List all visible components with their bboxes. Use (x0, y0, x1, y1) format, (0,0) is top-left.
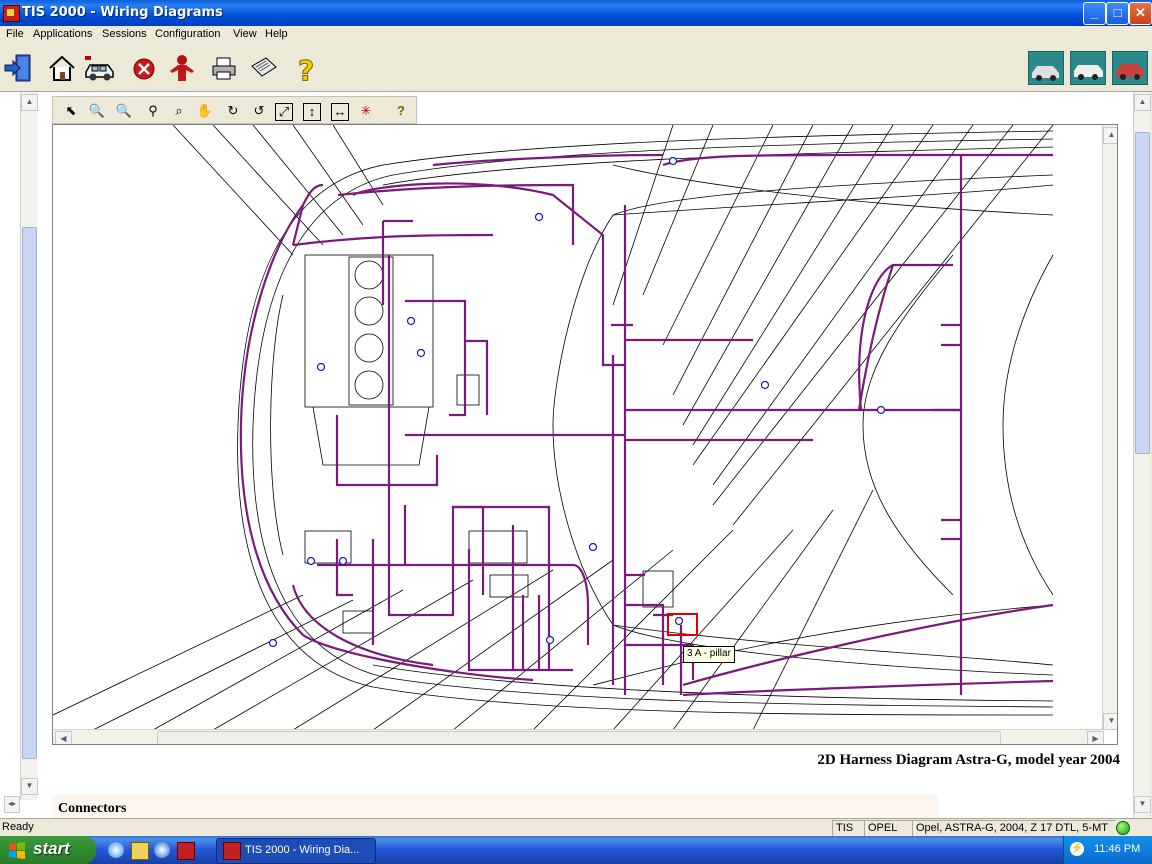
tis-task-icon (223, 842, 241, 860)
windows-flag-icon (9, 842, 25, 859)
scroll-down-button[interactable]: ▼ (1134, 796, 1151, 813)
scroll-thumb[interactable] (1135, 132, 1150, 454)
help-icon[interactable]: ? (391, 101, 411, 121)
system-tray: ⚡ 11:46 PM (1063, 836, 1152, 864)
minimize-button[interactable]: _ (1083, 2, 1106, 25)
menu-bar: File Applications Sessions Configuration… (0, 26, 1152, 44)
diagram-horizontal-scrollbar[interactable]: ◀ ▶ (53, 729, 1104, 744)
person-icon[interactable] (166, 52, 198, 84)
stop-icon[interactable] (128, 52, 160, 84)
app-icon (3, 5, 20, 22)
status-bar: Ready TIS OPEL Opel, ASTRA-G, 2004, Z 17… (0, 818, 1152, 837)
taskbar-task-tis[interactable]: TIS 2000 - Wiring Dia... (216, 838, 376, 864)
clock: 11:46 PM (1094, 843, 1141, 855)
vehicle-picture-1-icon[interactable] (1028, 51, 1064, 85)
scroll-down-button[interactable]: ▼ (21, 778, 38, 795)
harness-diagram-canvas[interactable]: 3 A - pillar ▲ ▼ ◀ ▶ (52, 124, 1118, 745)
scroll-up-button[interactable]: ▲ (1103, 127, 1117, 144)
menu-sessions[interactable]: Sessions (102, 28, 147, 40)
select-arrow-icon[interactable]: ⬉ (61, 101, 81, 121)
connection-status-icon (1116, 821, 1130, 835)
exit-icon[interactable] (2, 52, 34, 84)
network-tray-icon[interactable]: ⚡ (1070, 842, 1084, 856)
svg-text:?: ? (298, 54, 314, 84)
ie-quicklaunch-icon[interactable] (154, 842, 170, 858)
start-button[interactable]: start (0, 836, 96, 864)
zoom-out-icon[interactable]: 🔍 (114, 101, 134, 121)
home-icon[interactable] (46, 52, 78, 84)
menu-applications[interactable]: Applications (33, 28, 92, 40)
highlighted-connector[interactable] (667, 613, 698, 636)
scroll-thumb[interactable] (22, 227, 37, 759)
rotate-back-icon[interactable]: ↺ (249, 101, 269, 121)
left-pane: ▲ ▼ ◂▸ (0, 92, 50, 818)
rotate-icon[interactable]: ↻ (223, 101, 243, 121)
maximize-button[interactable]: □ (1106, 2, 1129, 25)
scroll-left-button[interactable]: ◀ (55, 731, 72, 744)
title-bar: TIS 2000 - Wiring Diagrams _ □ ✕ (0, 0, 1152, 26)
diagram-title: 2D Harness Diagram Astra-G, model year 2… (817, 752, 1120, 768)
connectors-section: Connectors (52, 795, 938, 818)
window-title: TIS 2000 - Wiring Diagrams (22, 5, 223, 20)
main-toolbar: ? (0, 44, 1152, 92)
help-icon[interactable]: ? (292, 52, 324, 85)
fit-height-icon[interactable]: ↕ (303, 103, 321, 121)
scroll-up-button[interactable]: ▲ (21, 94, 38, 111)
notes-icon[interactable] (248, 52, 280, 84)
vehicle-icon[interactable] (84, 52, 116, 84)
tis-quicklaunch-icon[interactable] (177, 842, 195, 860)
content-scrollbar[interactable]: ▲ ▼ (1133, 92, 1151, 818)
print-icon[interactable] (208, 52, 240, 84)
scroll-down-button[interactable]: ▼ (1103, 713, 1117, 730)
menu-help[interactable]: Help (265, 28, 288, 40)
status-panel-tis: TIS (832, 820, 867, 837)
diagram-vertical-scrollbar[interactable]: ▲ ▼ (1102, 125, 1117, 730)
scroll-right-button[interactable]: ▶ (1087, 731, 1104, 744)
connector-tooltip: 3 A - pillar (683, 646, 735, 663)
start-label: start (33, 839, 70, 858)
menu-view[interactable]: View (233, 28, 257, 40)
scroll-up-button[interactable]: ▲ (1134, 94, 1151, 111)
highlight-icon[interactable]: ✳ (356, 101, 376, 121)
scroll-thumb[interactable] (157, 731, 1001, 744)
close-button[interactable]: ✕ (1129, 2, 1152, 25)
zoom-icon[interactable]: ⚲ (143, 101, 163, 121)
browser-quicklaunch-icon[interactable] (108, 842, 124, 858)
fit-width-icon[interactable]: ↔ (331, 103, 349, 121)
status-panel-brand: OPEL (864, 820, 915, 837)
menu-file[interactable]: File (6, 28, 24, 40)
vehicle-picture-2-icon[interactable] (1070, 51, 1106, 85)
pan-hand-icon[interactable]: ✋ (195, 101, 215, 121)
vehicle-picture-3-icon[interactable] (1112, 51, 1148, 85)
diagram-toolbar: ⬉ 🔍 🔍 ⚲ ⌕ ✋ ↻ ↺ ⤢ ↕ ↔ ✳ ? (52, 96, 417, 124)
connectors-heading: Connectors (58, 801, 127, 816)
menu-configuration[interactable]: Configuration (155, 28, 220, 40)
task-label: TIS 2000 - Wiring Dia... (245, 844, 360, 856)
zoom-area-icon[interactable]: ⌕ (169, 101, 189, 121)
zoom-in-icon[interactable]: 🔍 (87, 101, 107, 121)
taskbar: start TIS 2000 - Wiring Dia... ⚡ 11:46 P… (0, 836, 1152, 864)
status-panel-vehicle: Opel, ASTRA-G, 2004, Z 17 DTL, 5-MT (912, 820, 1117, 837)
left-pane-scrollbar[interactable]: ▲ ▼ (20, 92, 38, 800)
explorer-quicklaunch-icon[interactable] (131, 842, 149, 860)
status-text: Ready (2, 821, 34, 833)
fit-all-icon[interactable]: ⤢ (275, 103, 293, 121)
splitter-arrows[interactable]: ◂▸ (4, 796, 20, 813)
harness-diagram (53, 125, 1054, 730)
